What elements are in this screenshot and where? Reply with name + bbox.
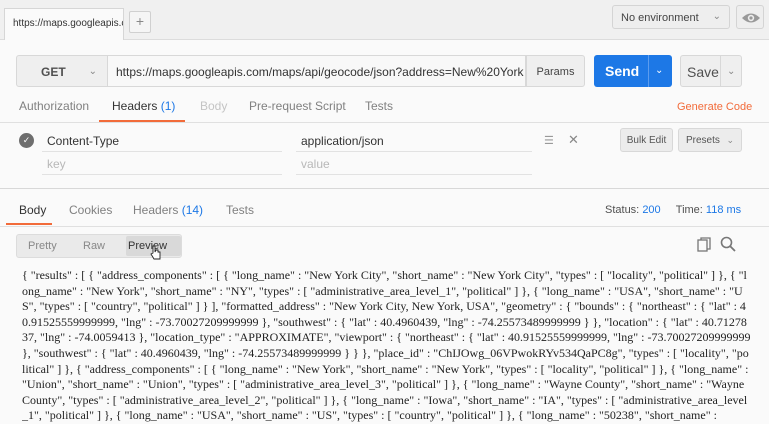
send-button[interactable]: Send ⌄ <box>594 55 672 87</box>
divider <box>296 151 532 152</box>
tab-headers-count: (1) <box>160 99 176 113</box>
view-pretty-button[interactable]: Pretty <box>28 240 57 252</box>
response-tab-headers-count: (14) <box>181 203 204 217</box>
add-tab-button[interactable]: + <box>129 11 151 33</box>
view-raw-button[interactable]: Raw <box>83 240 105 252</box>
search-icon[interactable] <box>720 236 736 252</box>
header-key[interactable]: Content-Type <box>47 134 119 148</box>
divider <box>42 174 282 175</box>
section-divider <box>0 188 769 189</box>
divider <box>0 226 769 227</box>
url-input[interactable]: https://maps.googleapis.com/maps/api/geo… <box>108 55 526 87</box>
close-icon[interactable]: ✕ <box>568 132 579 148</box>
send-divider <box>648 55 649 87</box>
request-tab-title: https://maps.googleapis.c <box>13 18 124 29</box>
response-body-preview: { "results" : [ { "address_components" :… <box>22 268 751 423</box>
response-tab-headers[interactable]: Headers (14) <box>133 203 203 217</box>
chevron-down-icon[interactable]: ⌄ <box>655 65 663 76</box>
tab-pre-request-script[interactable]: Pre-request Script <box>249 99 346 113</box>
header-value-input[interactable]: value <box>301 157 330 171</box>
response-tab-cookies[interactable]: Cookies <box>69 203 112 217</box>
menu-icon[interactable]: ☰ <box>544 134 554 147</box>
tab-tests[interactable]: Tests <box>365 99 393 113</box>
response-status: Status: 200 Time: 118 ms <box>605 204 741 216</box>
time-value: 118 ms <box>705 204 742 216</box>
tab-body[interactable]: Body <box>200 99 227 113</box>
divider <box>0 122 769 123</box>
presets-label: Presets <box>686 135 720 146</box>
chevron-down-icon: ⌄ <box>726 135 734 145</box>
status-value: 200 <box>642 204 661 216</box>
checkmark-icon[interactable]: ✓ <box>19 133 34 148</box>
save-label: Save <box>687 64 719 80</box>
chevron-down-icon: ⌄ <box>712 11 721 22</box>
divider <box>296 174 532 175</box>
active-tab-indicator <box>6 223 52 225</box>
tab-headers[interactable]: Headers (1) <box>112 99 175 113</box>
send-label: Send <box>605 63 640 79</box>
cursor-icon <box>150 245 161 260</box>
status-label: Status: <box>605 204 640 216</box>
request-tabs: Authorization Headers (1) Body Pre-reque… <box>0 94 769 122</box>
chevron-down-icon: ⌄ <box>88 66 97 77</box>
copy-icon[interactable] <box>697 237 711 252</box>
environment-label: No environment <box>621 12 699 24</box>
response-tab-body[interactable]: Body <box>19 203 46 217</box>
method-label: GET <box>41 65 66 79</box>
bulk-edit-button[interactable]: Bulk Edit <box>620 128 673 152</box>
environment-quick-look-button[interactable] <box>736 5 764 29</box>
save-button[interactable]: Save ⌄ <box>680 55 742 87</box>
method-select[interactable]: GET ⌄ <box>16 55 108 87</box>
save-divider <box>720 56 721 86</box>
environment-select[interactable]: No environment ⌄ <box>612 5 730 29</box>
tab-authorization[interactable]: Authorization <box>19 99 89 113</box>
response-tab-headers-label: Headers <box>133 203 179 217</box>
generate-code-link[interactable]: Generate Code <box>677 101 752 113</box>
tab-headers-label: Headers <box>112 99 158 113</box>
response-tab-tests[interactable]: Tests <box>226 203 254 217</box>
eye-icon <box>742 13 760 23</box>
response-tabs: Body Cookies Headers (14) Tests Status: … <box>0 198 769 226</box>
time-label: Time: <box>675 204 703 216</box>
params-button[interactable]: Params <box>526 55 585 87</box>
presets-button[interactable]: Presets ⌄ <box>678 128 742 152</box>
header-key-input[interactable]: key <box>47 157 66 171</box>
request-tab[interactable]: https://maps.googleapis.c <box>4 8 124 40</box>
chevron-down-icon[interactable]: ⌄ <box>727 66 735 77</box>
tab-bar: https://maps.googleapis.c + No environme… <box>0 0 769 40</box>
divider <box>42 151 282 152</box>
header-value[interactable]: application/json <box>301 134 384 148</box>
